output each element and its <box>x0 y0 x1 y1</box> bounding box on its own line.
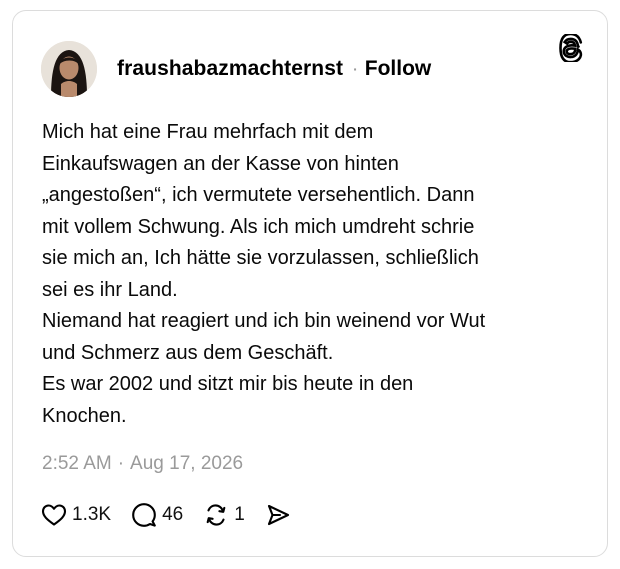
heart-icon <box>41 503 67 527</box>
timestamp-separator: · <box>117 453 125 474</box>
follow-button[interactable]: Follow <box>365 57 432 81</box>
like-count: 1.3K <box>72 504 112 525</box>
avatar[interactable] <box>41 41 97 97</box>
repost-arrows-icon <box>203 502 229 528</box>
post-timestamp[interactable]: 2:52 AM · Aug 17, 2026 <box>42 453 243 475</box>
post-card: fraushabazmachternst · Follow Mich hat e… <box>12 10 608 557</box>
threads-logo-icon[interactable] <box>559 32 585 64</box>
repost-button[interactable]: 1 <box>203 502 245 528</box>
speech-bubble-icon <box>131 502 157 528</box>
repost-count: 1 <box>234 504 245 525</box>
reply-count: 46 <box>162 504 184 525</box>
post-date: Aug 17, 2026 <box>130 453 244 474</box>
like-button[interactable]: 1.3K <box>41 503 111 527</box>
post-text: Mich hat eine Frau mehrfach mit dem Eink… <box>42 121 486 427</box>
send-icon <box>265 502 291 528</box>
post-header: fraushabazmachternst · Follow <box>41 41 431 97</box>
post-time: 2:52 AM <box>42 453 112 474</box>
reply-button[interactable]: 46 <box>131 502 183 528</box>
share-button[interactable] <box>265 502 291 528</box>
action-bar: 1.3K 46 1 <box>41 500 311 530</box>
username[interactable]: fraushabazmachternst <box>117 57 343 81</box>
header-separator: · <box>353 61 358 77</box>
